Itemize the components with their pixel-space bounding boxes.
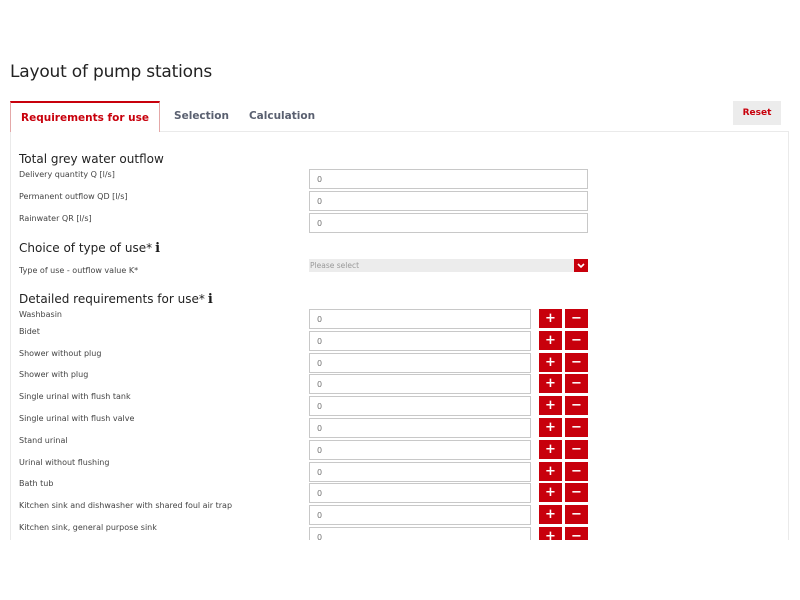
increment-button[interactable]: + — [539, 396, 562, 415]
info-icon[interactable]: i — [155, 241, 160, 256]
list-item-label: Kitchen sink and dishwasher with shared … — [19, 501, 233, 510]
quantity-input[interactable] — [309, 396, 531, 416]
quantity-input[interactable] — [309, 353, 531, 373]
info-icon[interactable]: i — [208, 292, 213, 307]
increment-button[interactable]: + — [539, 309, 562, 328]
list-item-label: Bath tub — [19, 479, 54, 488]
list-item-label: Shower with plug — [19, 370, 89, 379]
decrement-button[interactable]: − — [565, 462, 588, 481]
decrement-button[interactable]: − — [565, 353, 588, 372]
increment-button[interactable]: + — [539, 505, 562, 524]
decrement-button[interactable]: − — [565, 374, 588, 393]
increment-button[interactable]: + — [539, 440, 562, 459]
decrement-button[interactable]: − — [565, 396, 588, 415]
decrement-button[interactable]: − — [565, 418, 588, 437]
tab-calculation[interactable]: Calculation — [239, 101, 325, 131]
quantity-input[interactable] — [309, 462, 531, 482]
permanent-outflow-input[interactable] — [309, 191, 588, 211]
list-item-label: Kitchen sink, general purpose sink — [19, 523, 157, 532]
list-item-label: Urinal without flushing — [19, 458, 110, 467]
quantity-input[interactable] — [309, 418, 531, 438]
reset-button[interactable]: Reset — [733, 101, 781, 125]
increment-button[interactable]: + — [539, 353, 562, 372]
increment-button[interactable]: + — [539, 374, 562, 393]
decrement-button[interactable]: − — [565, 505, 588, 524]
type-of-use-select-value: Please select — [310, 261, 360, 270]
tab-bar: Requirements for use Selection Calculati… — [10, 101, 325, 132]
list-item-label: Washbasin — [19, 310, 62, 319]
section-heading-detailed-text: Detailed requirements for use* — [19, 292, 205, 306]
quantity-input[interactable] — [309, 505, 531, 525]
field-label-permanent-outflow: Permanent outflow QD [l/s] — [19, 192, 128, 201]
field-label-type-of-use: Type of use - outflow value K* — [19, 266, 139, 275]
quantity-input[interactable] — [309, 527, 531, 540]
decrement-button[interactable]: − — [565, 483, 588, 502]
increment-button[interactable]: + — [539, 418, 562, 437]
section-heading-grey-water: Total grey water outflow — [19, 152, 164, 166]
tab-requirements-for-use[interactable]: Requirements for use — [10, 101, 161, 132]
increment-button[interactable]: + — [539, 331, 562, 350]
decrement-button[interactable]: − — [565, 331, 588, 350]
tab-selection[interactable]: Selection — [164, 101, 239, 131]
increment-button[interactable]: + — [539, 462, 562, 481]
quantity-input[interactable] — [309, 331, 531, 351]
decrement-button[interactable]: − — [565, 440, 588, 459]
requirements-panel: Total grey water outflow Delivery quanti… — [10, 131, 789, 540]
decrement-button[interactable]: − — [565, 527, 588, 540]
field-label-rainwater: Rainwater QR [l/s] — [19, 214, 92, 223]
increment-button[interactable]: + — [539, 483, 562, 502]
list-item-label: Bidet — [19, 327, 40, 336]
chevron-down-icon[interactable] — [574, 259, 588, 272]
decrement-button[interactable]: − — [565, 309, 588, 328]
list-item-label: Single urinal with flush valve — [19, 414, 135, 423]
type-of-use-select[interactable]: Please select — [309, 259, 588, 272]
quantity-input[interactable] — [309, 440, 531, 460]
quantity-input[interactable] — [309, 309, 531, 329]
increment-button[interactable]: + — [539, 527, 562, 540]
section-heading-type-of-use: Choice of type of use* i — [19, 241, 160, 256]
delivery-quantity-input[interactable] — [309, 169, 588, 189]
section-heading-type-of-use-text: Choice of type of use* — [19, 241, 153, 255]
page-title: Layout of pump stations — [10, 62, 213, 82]
section-heading-detailed-requirements: Detailed requirements for use* i — [19, 292, 213, 307]
list-item-label: Shower without plug — [19, 349, 102, 358]
list-item-label: Single urinal with flush tank — [19, 392, 131, 401]
list-item-label: Stand urinal — [19, 436, 68, 445]
quantity-input[interactable] — [309, 374, 531, 394]
quantity-input[interactable] — [309, 483, 531, 503]
field-label-delivery-quantity: Delivery quantity Q [l/s] — [19, 170, 115, 179]
rainwater-input[interactable] — [309, 213, 588, 233]
